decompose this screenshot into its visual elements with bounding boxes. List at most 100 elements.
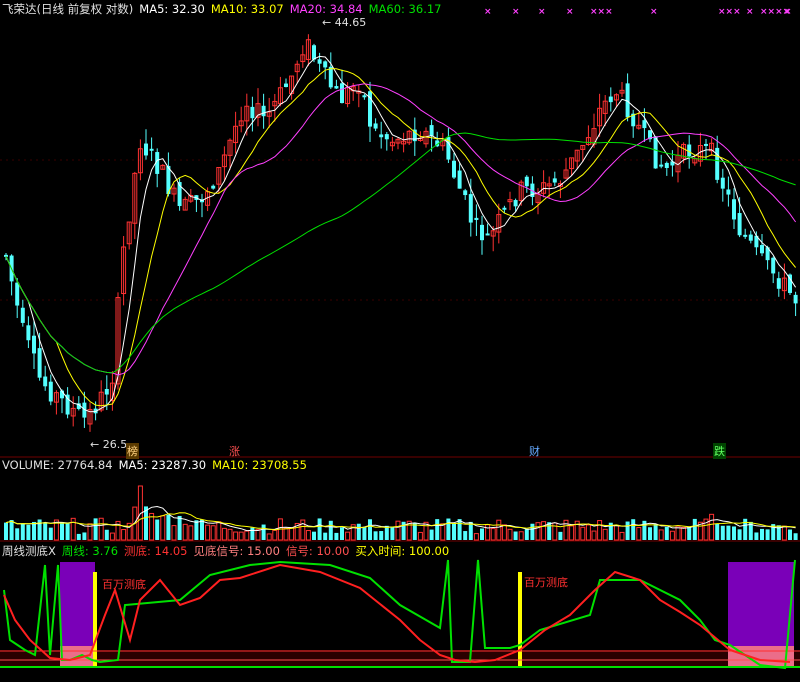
volume-bar [452,523,456,540]
ma20-value: MA20: 34.84 [289,2,363,16]
volume-bar [591,530,597,541]
volume-bar [109,532,115,541]
candle-body [37,348,42,378]
volume-bar [788,529,792,540]
volume-bar [233,531,239,541]
indicator-band [0,650,800,668]
volume-bar [266,533,272,541]
volume-bar [9,520,14,540]
volume-bar [70,517,76,541]
badge-zhang[interactable]: 涨 [229,443,240,459]
volume-bar [177,515,182,540]
volume-bar [636,527,642,541]
volume-bar [653,524,658,540]
volume-bar [205,524,211,541]
candle-body [720,177,725,189]
volume-bar [261,524,266,540]
candle-body [524,176,529,187]
volume-bar [323,532,328,540]
ma5-value: MA5: 32.30 [139,2,205,16]
volume-bar [149,512,155,541]
volume-bar [681,526,687,541]
main-chart-header: 飞荣达(日线 前复权 对数) MA5: 32.30 MA10: 33.07 MA20:… [2,1,447,17]
volume-bar [726,525,731,540]
high-price-value: 44.65 [334,16,367,29]
volume-bar [4,522,8,540]
volume-bar [171,525,177,541]
indicator-mairu: 买入时间: 100.00 [355,544,450,558]
volume-bar [379,531,384,540]
volume-bar [496,519,502,541]
candle-body [384,134,389,140]
candle-body [771,257,776,274]
volume-bar [732,526,736,540]
volume-bar [507,528,513,541]
candle-body [760,245,764,254]
volume-ma5: MA5: 23287.30 [118,458,207,472]
candle-body [463,190,468,196]
badge-bang[interactable]: 榜 [126,443,139,459]
volume-bar [754,532,759,540]
candle-body [317,59,322,64]
volume-bar [20,523,25,540]
candle-body [362,95,367,98]
signal-x-mark: ××× [718,7,741,17]
candle-body [340,83,344,104]
candle-body [43,376,48,387]
badge-die[interactable]: 跌 [713,443,726,459]
volume-bar [283,527,289,541]
indicator-jiandi: 见底信号: 15.00 [193,544,280,558]
volume-bar [692,518,697,540]
pink-zone [728,646,794,666]
ma10-line [5,68,796,407]
volume-bar [32,521,36,540]
volume-bar [597,520,603,541]
volume-bar [250,527,255,540]
candle-body [474,217,479,220]
volume-bar [569,525,575,541]
volume-bar [317,518,322,540]
volume-bar [760,528,764,540]
signal-x-mark: × [746,7,754,17]
candle-body [659,164,664,167]
indicator-header: 周线测底X 周线: 3.76 测底: 14.05 见底信号: 15.00 信号: 10.… [2,543,455,559]
volume-bar [395,520,401,541]
candle-body [379,134,384,138]
volume-bar [289,527,295,541]
volume-bar [490,528,496,541]
volume-bar [468,521,473,540]
volume-bar [765,529,770,540]
volume-bar [65,522,70,540]
stock-name: 飞荣达(日线 前复权 对数) [2,2,134,16]
volume-bar [709,513,715,541]
candle-body [328,66,333,88]
candle-body [144,143,148,156]
volume-bar [160,515,166,541]
low-price-value: 26.5 [102,438,128,451]
volume-bar [368,519,372,540]
candle-body [642,120,647,129]
volume-bar [435,519,440,540]
volume-bar [244,530,250,541]
indicator-label-1: 百万测底 [102,578,146,591]
indicator-zhouxian: 周线: 3.76 [61,544,119,558]
volume-bar [648,527,652,540]
volume-bar [194,520,199,540]
volume-bar [715,523,720,540]
volume-bar [737,529,742,540]
volume-bar [340,527,344,540]
volume-bar [188,525,194,541]
candle-body [457,170,462,189]
signal-x-mark: ××× [590,7,613,17]
badge-cai[interactable]: 财 [529,443,540,459]
volume-bar [60,522,64,540]
volume-bar [300,519,306,541]
indicator-name[interactable]: 周线测底X [2,544,56,558]
candle-body [743,234,748,237]
volume-bar [200,519,204,540]
volume-bar [429,529,434,540]
candle-body [502,207,507,210]
volume-bar [602,528,608,541]
volume-bar [210,525,216,541]
volume-bar [541,521,547,541]
